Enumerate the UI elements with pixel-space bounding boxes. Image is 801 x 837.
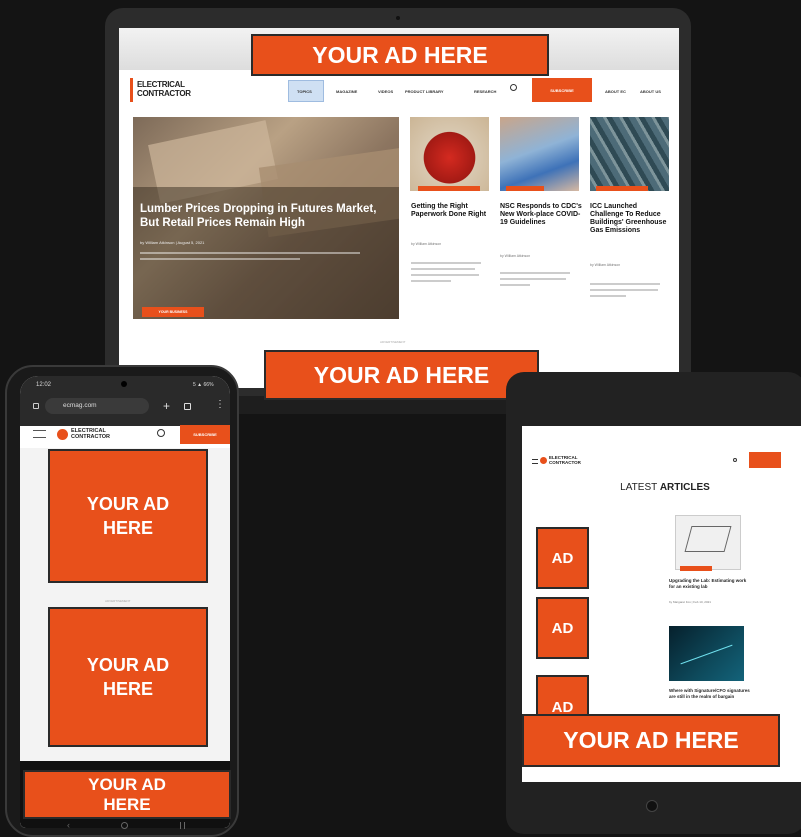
laptop-logo-line2: CONTRACTOR [137,89,191,98]
phone-status-battery: 5 ▲ 66% [193,382,214,388]
tablet-banner-ad[interactable]: YOUR AD HERE [522,714,780,767]
phone-url-bar[interactable] [45,398,149,414]
search-icon[interactable] [510,84,517,91]
more-icon[interactable]: ⋮ [215,400,225,410]
home-icon[interactable] [33,403,39,409]
tablet-subscribe-button[interactable] [749,452,781,468]
laptop-camera [396,16,400,20]
hero-excerpt-line [140,258,300,260]
tablet-article-title-2[interactable]: Where with Signature/CFO signatures are … [669,688,751,700]
tablet-menu-icon[interactable] [532,459,538,464]
tablet-ad-1[interactable]: AD [536,527,589,589]
hero-title[interactable]: Lumber Prices Dropping in Futures Market… [140,202,390,230]
tablet-article-meta-1: by Margaret Fox | Feb 10, 2021 [669,600,711,604]
card-excerpt-line [411,262,481,264]
card-image-vaccine[interactable] [500,117,579,191]
card-excerpt-line [590,295,626,297]
card-meta-3: by William Atkinson [590,263,621,267]
account-link-2[interactable]: ABOUT US [640,89,661,94]
card-excerpt-line [411,268,475,270]
card-image-fire-alarm[interactable] [410,117,489,191]
nav-magazine[interactable]: MAGAZINE [336,89,357,94]
card-tag[interactable] [418,186,480,191]
tablet-logo-line2: CONTRACTOR [549,460,581,465]
phone-camera [121,381,127,387]
laptop-logo[interactable]: ELECTRICAL CONTRACTOR [137,80,191,98]
laptop-top-ad[interactable]: YOUR AD HERE [251,34,549,76]
laptop-ad-label: ADVERTISEMENT [380,340,406,344]
search-icon[interactable] [157,429,165,437]
phone-url[interactable]: ecmag.com [63,402,97,409]
phone-logo-line2: CONTRACTOR [71,434,111,440]
laptop-bottom-ad[interactable]: YOUR AD HERE [264,350,539,400]
nav-videos[interactable]: VIDEOS [378,89,393,94]
hero-button[interactable]: YOUR BUSINESS [142,307,204,317]
card-meta-1: by William Atkinson [411,242,442,246]
tablet-logo[interactable]: ELECTRICAL CONTRACTOR [549,455,581,465]
phone-logo[interactable]: ELECTRICAL CONTRACTOR [71,428,110,440]
tablet-heading-bold: ARTICLES [659,482,710,493]
tablet-heading: LATEST ARTICLES [600,482,730,493]
tabs-icon[interactable] [184,403,191,410]
tablet-ad-2[interactable]: AD [536,597,589,659]
phone-status-time: 12:02 [36,382,52,388]
card-tag[interactable] [680,566,712,571]
card-title-3[interactable]: ICC Launched Challenge To Reduce Buildin… [590,203,672,235]
phone-ad-2[interactable]: YOUR AD HERE [48,607,208,747]
phone-logo-icon [57,429,68,440]
home-button-icon[interactable] [121,822,128,829]
phone-ad-3[interactable]: YOUR AD HERE [23,770,231,819]
account-link-1[interactable]: ABOUT EC [605,89,626,94]
search-icon[interactable] [733,458,737,462]
nav-topics[interactable]: TOPICS [297,89,312,94]
hero-excerpt-line [140,252,360,254]
hero-byline: by William Atkinson | August 5, 2021 [140,240,205,245]
nav-research[interactable]: RESEARCH [474,89,496,94]
phone-ad-label: ADVERTISEMENT [105,599,131,603]
phone-ad-1[interactable]: YOUR AD HERE [48,449,208,583]
phone-menu-icon[interactable] [33,430,46,438]
card-tag[interactable] [506,186,544,191]
laptop-sketch-icon [684,526,732,552]
card-excerpt-line [500,284,530,286]
card-excerpt-line [500,278,566,280]
card-title-1[interactable]: Getting the Right Paperwork Done Right [411,203,491,219]
recents-icon[interactable] [180,822,185,829]
tablet-article-title-1[interactable]: Upgrading the Lab: Estimating work for a… [669,578,749,590]
tablet-article-image-2[interactable] [669,626,744,681]
tablet-home-button[interactable] [646,800,658,812]
laptop-logo-bar [130,78,133,102]
phone-subscribe-button[interactable]: SUBSCRIBE [180,425,230,444]
tablet-logo-icon [540,457,547,464]
plus-icon[interactable]: + [163,400,170,412]
card-excerpt-line [411,274,479,276]
laptop-logo-line1: ELECTRICAL [137,80,185,89]
chart-line-icon [680,644,733,665]
card-title-2[interactable]: NSC Responds to CDC's New Work-place COV… [500,203,582,227]
card-excerpt-line [500,272,570,274]
back-icon[interactable]: ‹ [67,820,70,830]
card-tag[interactable] [596,186,648,191]
card-excerpt-line [590,283,660,285]
card-excerpt-line [411,280,451,282]
tablet-article-image-1[interactable] [675,515,741,570]
card-image-city[interactable] [590,117,669,191]
tablet-heading-pre: LATEST [620,482,660,493]
laptop-subscribe-button[interactable]: SUBSCRIBE [532,78,592,102]
card-excerpt-line [590,289,658,291]
nav-product-library[interactable]: PRODUCT LIBRARY [405,89,444,94]
card-meta-2: by William Atkinson [500,254,531,258]
